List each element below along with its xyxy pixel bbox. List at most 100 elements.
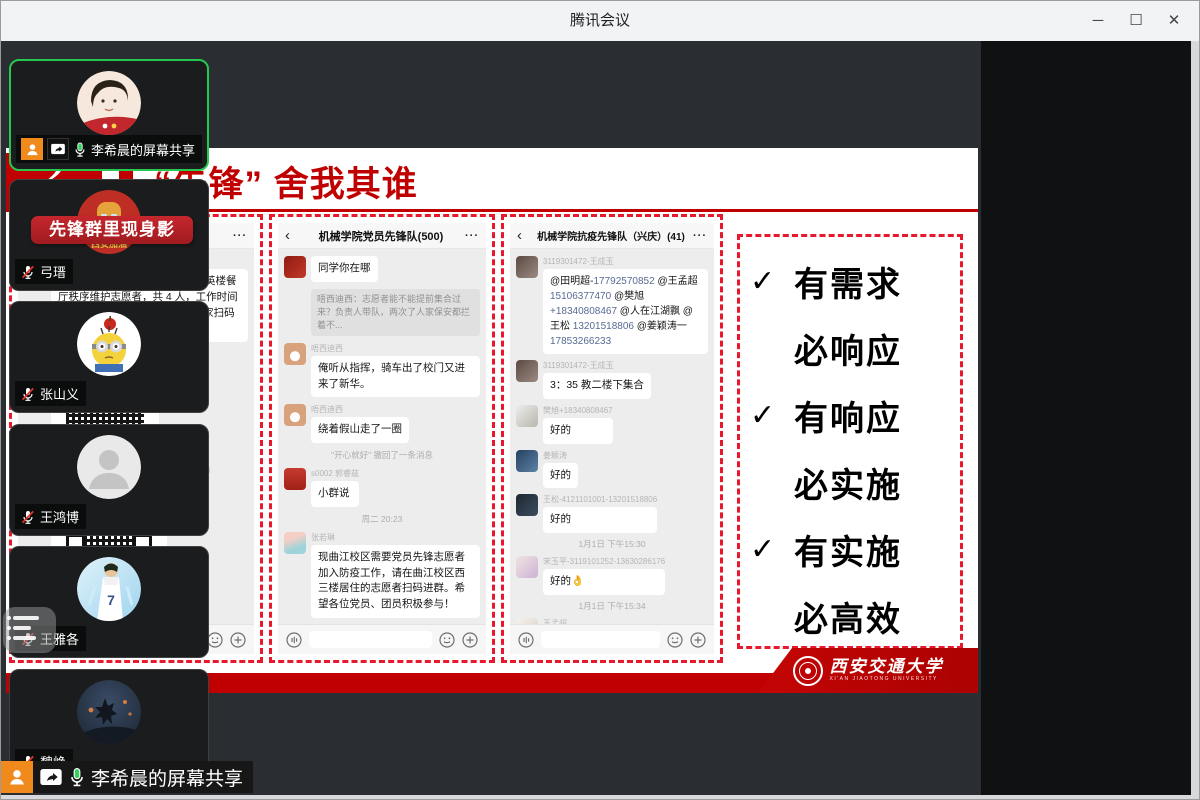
message-bubble: 绕着假山走了一圈 xyxy=(311,417,409,443)
avatar xyxy=(284,468,306,490)
chat-message: 同学你在哪 xyxy=(284,256,480,282)
university-name-cn: 西安交通大学 xyxy=(830,658,944,676)
participant-tile[interactable]: 张山义 xyxy=(9,301,209,413)
avatar xyxy=(77,71,141,135)
participant-name-bar: 弓瑨 xyxy=(15,259,73,284)
window-bottom-edge xyxy=(1,795,1200,799)
maximize-button[interactable]: ☐ xyxy=(1117,1,1155,41)
chat2-title: 机械学院党员先锋队(500) xyxy=(299,228,463,244)
checklist-text: 必实施 xyxy=(794,458,902,507)
chat-message: 王松-4121101001-13201518806 好的 xyxy=(516,494,708,533)
chat3-body: 3119301472-王成玉 @田明超-17792570852 @王孟超 151… xyxy=(510,249,714,624)
more-icon: ··· xyxy=(463,230,479,242)
checklist-line: ✓ 有需求 xyxy=(750,248,950,315)
avatar xyxy=(516,556,538,578)
participant-name-bar: 张山义 xyxy=(15,381,86,406)
chat-box-2: ‹ 机械学院党员先锋队(500) ··· 同学你在哪 唔西迪西：志愿者能不能提前… xyxy=(269,214,495,663)
chat-message: 唔西迪西 俺听从指挥，骑车出了校门又进来了新华。 xyxy=(284,343,480,398)
university-seal-icon xyxy=(793,656,823,686)
chat-message: 3119301472-王成玉 @田明超-17792570852 @王孟超 151… xyxy=(516,256,708,354)
participant-name-bar: 王鸿博 xyxy=(15,504,86,529)
plus-icon xyxy=(690,632,706,648)
timestamp: 1月1日 下午15:34 xyxy=(516,601,708,612)
voice-icon xyxy=(518,632,534,648)
message-bubble: 好的 xyxy=(543,418,613,444)
chat-message: 唔西迪西 绕着假山走了一圈 xyxy=(284,404,480,443)
list-line xyxy=(13,616,39,620)
avatar xyxy=(516,360,538,382)
message-bubble: 好的 xyxy=(543,463,578,489)
avatar xyxy=(516,256,538,278)
check-icon: ✓ xyxy=(750,398,794,433)
checklist-line: ✓ 有实施 xyxy=(750,516,950,583)
text-input xyxy=(541,631,660,648)
participant-name: 弓瑨 xyxy=(40,262,66,281)
avatar xyxy=(516,405,538,427)
participant-name-bar: 李希晨的屏幕共享 xyxy=(16,135,202,163)
avatar xyxy=(516,450,538,472)
chat-box-3: ‹ 机械学院抗疫先锋队（兴庆）(41) ··· 3119301472-王成玉 @… xyxy=(501,214,723,663)
phone-link: 15106377470 xyxy=(550,291,611,302)
university-logo: 西安交通大学 XI'AN JIAOTONG UNIVERSITY xyxy=(758,648,978,693)
checklist-line: 必高效 xyxy=(750,583,950,650)
sender-name: 唔西迪西 xyxy=(311,404,409,415)
quoted-message: 唔西迪西：志愿者能不能提前集合过来？负责人带队，两次了人家保安都拦着不... xyxy=(311,289,480,336)
avatar xyxy=(516,494,538,516)
chat3-header: ‹ 机械学院抗疫先锋队（兴庆）(41) ··· xyxy=(510,223,714,249)
presenter-icon xyxy=(21,138,43,160)
checklist-text: 有实施 xyxy=(794,525,902,574)
participants-sidebar xyxy=(981,41,1193,797)
message-bubble: @田明超-17792570852 @王孟超 15106377470 @樊旭 +1… xyxy=(543,269,708,354)
avatar xyxy=(77,435,141,499)
chat3-title: 机械学院抗疫先锋队（兴庆）(41) xyxy=(531,228,691,243)
presenter-icon xyxy=(1,761,33,793)
system-message: "开心就好" 撤回了一条消息 xyxy=(284,450,480,461)
timestamp: 1月1日 下午15:30 xyxy=(516,539,708,550)
timestamp: 周二 20:23 xyxy=(284,514,480,525)
sender-name: 姜颖涛 xyxy=(543,450,578,461)
mention-text: @田明超- xyxy=(550,276,593,287)
checklist-text: 有响应 xyxy=(794,391,902,440)
checklist-line: 必响应 xyxy=(750,315,950,382)
checklist-line: 必实施 xyxy=(750,449,950,516)
chat2-header: ‹ 机械学院党员先锋队(500) ··· xyxy=(278,223,486,249)
avatar xyxy=(284,404,306,426)
emoji-icon xyxy=(439,632,455,648)
message-bubble: 同学你在哪 xyxy=(311,256,378,282)
sender-name: 王松-4121101001-13201518806 xyxy=(543,494,657,505)
participant-name: 李希晨的屏幕共享 xyxy=(91,140,195,159)
chat-input-bar xyxy=(278,624,486,654)
list-line xyxy=(13,636,36,640)
chat2-body: 同学你在哪 唔西迪西：志愿者能不能提前集合过来？负责人带队，两次了人家保安都拦着… xyxy=(278,249,486,624)
checklist-text: 必响应 xyxy=(794,324,902,373)
avatar xyxy=(284,532,306,554)
checklist: ✓ 有需求 必响应 ✓ 有响应 必实施 ✓ 有实施 xyxy=(750,248,950,650)
sender-name: 3119301472-王成玉 xyxy=(543,360,651,371)
message-bubble: 好的👌 xyxy=(543,569,665,595)
sender-name: 3119301472-王成玉 xyxy=(543,256,708,267)
avatar xyxy=(77,312,141,376)
mention-text: @王孟超 xyxy=(655,276,698,287)
checklist-text: 必高效 xyxy=(794,592,902,641)
message-bubble: 3：35 教二楼下集合 xyxy=(543,373,651,399)
person-icon xyxy=(25,142,40,157)
back-icon: ‹ xyxy=(517,227,531,244)
sidebar-scrollbar[interactable] xyxy=(1191,41,1199,797)
meeting-window: 腾讯会议 ─ ☐ ✕ 2 PART “先锋” 舍我其谁 先锋群里现身影 ‹ 机械… xyxy=(0,0,1200,800)
participant-tile[interactable]: 王鸿博 xyxy=(9,424,209,536)
participant-tile[interactable]: 李希晨的屏幕共享 xyxy=(9,59,209,171)
more-icon: ··· xyxy=(231,230,247,242)
minimize-button[interactable]: ─ xyxy=(1079,1,1117,41)
avatar: 7 xyxy=(77,557,141,621)
person-icon xyxy=(7,767,27,787)
checklist-line: ✓ 有响应 xyxy=(750,382,950,449)
text-input xyxy=(309,631,432,648)
participant-name: 王鸿博 xyxy=(40,507,79,526)
message-bubble: 小群说 xyxy=(311,481,359,507)
avatar xyxy=(284,343,306,365)
plus-icon xyxy=(462,632,478,648)
more-icon: ··· xyxy=(691,230,707,242)
emoji-icon xyxy=(667,632,683,648)
annotation-tool-button[interactable] xyxy=(3,607,56,653)
close-button[interactable]: ✕ xyxy=(1155,1,1193,41)
